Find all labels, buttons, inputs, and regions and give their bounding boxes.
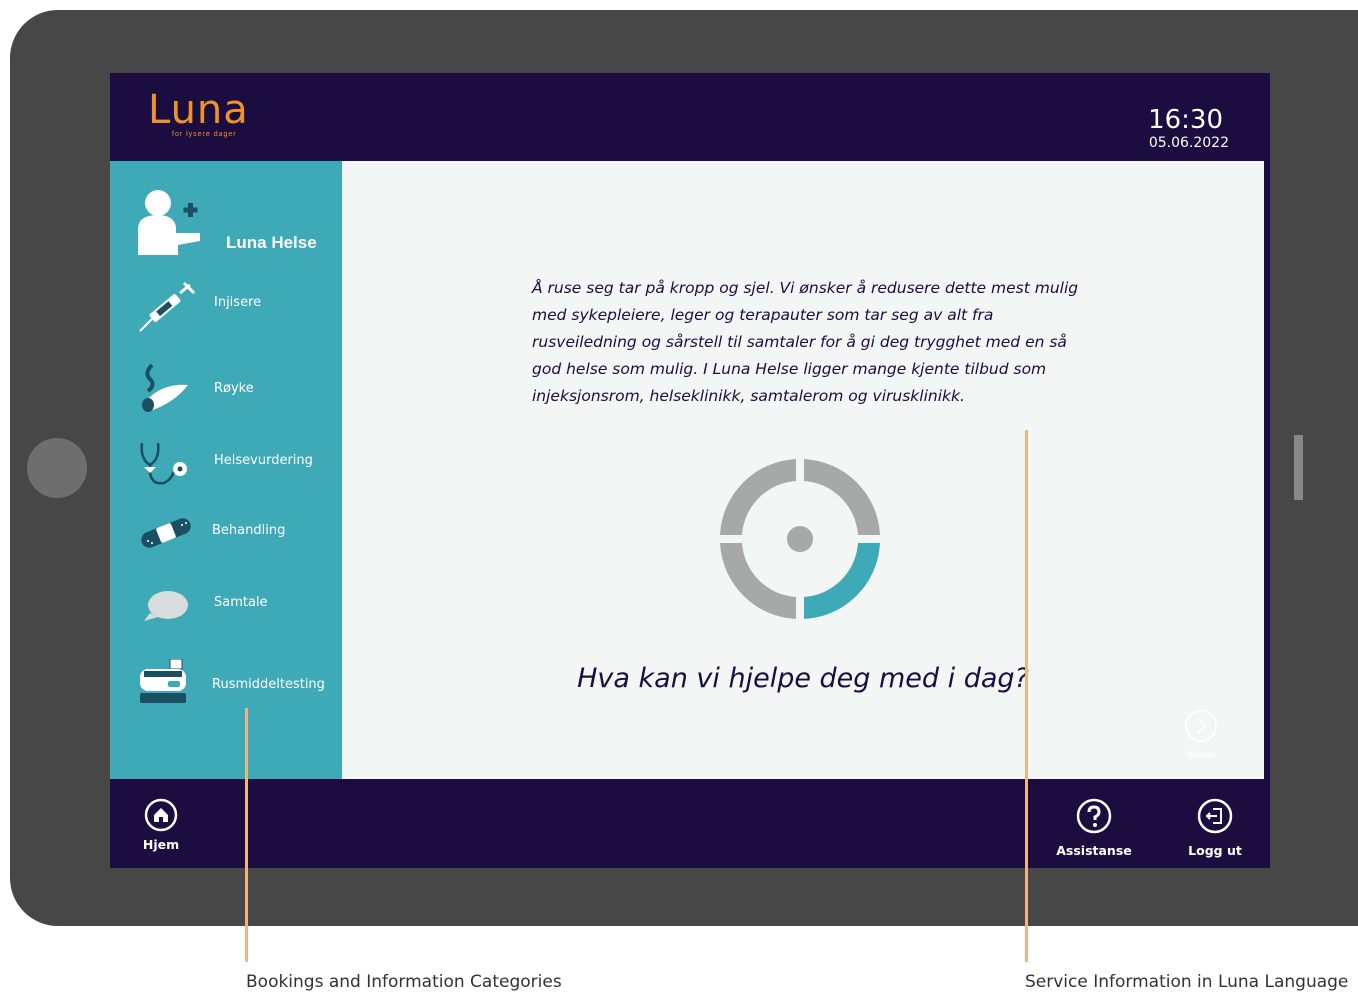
app-header: Luna for lysere dager 16:30 05.06.2022 [110, 73, 1270, 161]
sidebar-item-label: Behandling [212, 523, 286, 538]
annotation-left-label: Bookings and Information Categories [246, 972, 562, 992]
logout-button[interactable]: Logg ut [1186, 798, 1244, 858]
speech-bubble-icon [144, 591, 188, 621]
help-question-icon [1076, 798, 1112, 834]
home-icon [144, 798, 178, 832]
sidebar-item-rusmiddeltesting[interactable]: Rusmiddeltesting [110, 657, 342, 717]
sidebar-item-helsevurdering[interactable]: Helsevurdering [110, 437, 342, 493]
sidebar-header-luna-helse[interactable]: Luna Helse [110, 183, 342, 255]
chevron-right-circle-icon [1185, 710, 1217, 742]
sidebar-item-label: Injisere [214, 295, 262, 310]
nurse-icon [138, 190, 200, 255]
sidebar-item-injisere[interactable]: Injisere [110, 277, 342, 333]
logout-label: Logg ut [1188, 843, 1242, 858]
logo-tagline: for lysere dager [172, 131, 237, 138]
home-button[interactable]: Hjem [142, 798, 180, 852]
sidebar-item-label: Røyke [214, 381, 254, 396]
clock-date: 05.06.2022 [1148, 135, 1229, 151]
tablet-home-button [27, 438, 87, 498]
home-label: Hjem [142, 837, 180, 852]
clock-time: 16:30 [1148, 105, 1223, 135]
sidebar-item-label: Samtale [214, 595, 268, 610]
annotation-line-right [1025, 430, 1028, 962]
category-sidebar: Luna Helse Injisere Røyke Helsevurdering… [110, 161, 342, 779]
help-question: Hva kan vi hjelpe deg med i dag? [577, 663, 1029, 694]
app-screen: Luna for lysere dager 16:30 05.06.2022 L… [110, 73, 1270, 868]
smoking-pipe-icon [142, 363, 188, 412]
sidebar-item-label: Rusmiddeltesting [212, 677, 325, 692]
stethoscope-icon [140, 442, 187, 485]
service-description: Å ruse seg tar på kropp og sjel. Vi ønsk… [532, 279, 1079, 405]
drug-test-machine-icon [140, 659, 186, 703]
sidebar-item-royke[interactable]: Røyke [110, 361, 342, 417]
main-content: Å ruse seg tar på kropp og sjel. Vi ønsk… [342, 161, 1264, 779]
sidebar-item-label: Helsevurdering [214, 453, 313, 468]
tablet-frame-edge [1326, 10, 1358, 926]
bandage-icon [141, 518, 191, 548]
annotation-right-label: Service Information in Luna Language [1025, 972, 1349, 992]
sidebar-item-samtale[interactable]: Samtale [110, 581, 342, 637]
syringe-icon [139, 281, 196, 332]
assistance-label: Assistanse [1056, 843, 1132, 858]
tablet-side-slot [1294, 435, 1303, 500]
sidebar-title: Luna Helse [226, 233, 317, 252]
luna-target-logo-icon [720, 459, 880, 619]
assistance-button[interactable]: Assistanse [1050, 798, 1138, 858]
book-label: Book [1188, 750, 1214, 761]
app-footer: Hjem Assistanse Logg ut [110, 779, 1270, 868]
annotation-line-left [245, 708, 248, 962]
logout-icon [1197, 798, 1233, 834]
sidebar-item-behandling[interactable]: Behandling [110, 509, 342, 565]
luna-logo: Luna [148, 87, 249, 133]
book-button[interactable]: Book [1180, 709, 1222, 769]
